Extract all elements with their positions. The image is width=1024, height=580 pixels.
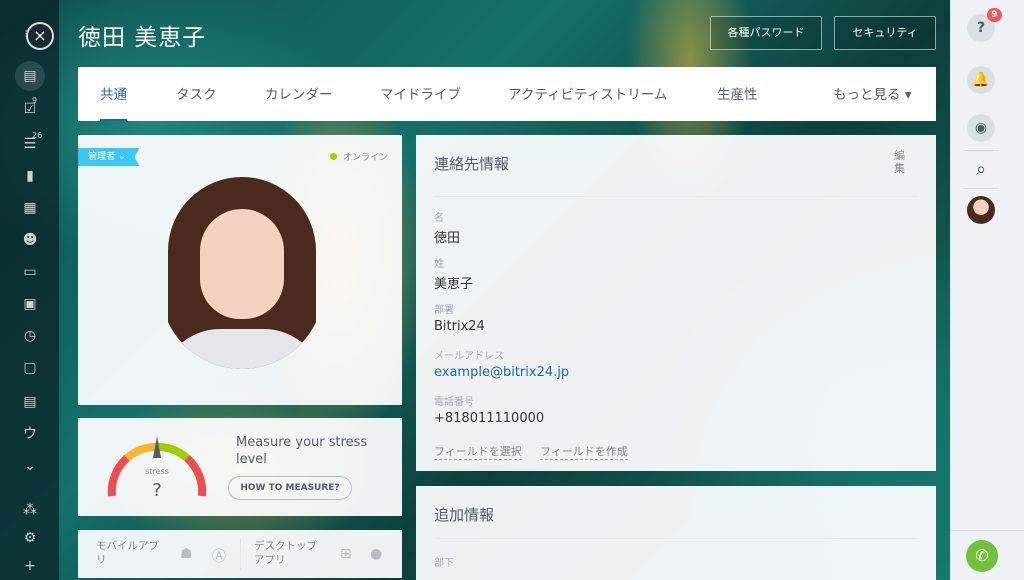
chat-icon[interactable]: ▮ <box>18 166 42 186</box>
edit-link[interactable]: 編集 <box>894 149 908 175</box>
clock-icon[interactable]: ◷ <box>18 326 42 346</box>
select-field-link[interactable]: フィールドを選択 <box>434 443 522 460</box>
tab-activity-stream[interactable]: アクティビティストリーム <box>508 67 667 121</box>
filter-badge: 26 <box>32 131 43 140</box>
role-tag[interactable]: 管理者 ⌄ <box>78 148 140 166</box>
window-icon[interactable]: ▢ <box>18 358 42 378</box>
profile-card: 管理者 ⌄ オンライン <box>78 135 402 405</box>
gear-icon[interactable]: ⚙ <box>18 528 42 548</box>
apple-icon[interactable]: ● <box>370 546 382 562</box>
help-badge: 9 <box>987 8 1002 22</box>
stress-title: Measure your stress level <box>236 435 368 467</box>
contact-title: 連絡先情報 <box>434 155 510 173</box>
notifications-bell-icon[interactable]: 🔔 <box>967 66 995 94</box>
tasks-icon[interactable]: ☑ 9 <box>18 96 42 119</box>
stress-label: stress <box>145 467 169 476</box>
first-name-value: 徳田 <box>434 231 461 246</box>
apps-grid-icon[interactable]: ▦ <box>18 198 42 218</box>
first-name-label: 名 <box>434 213 444 224</box>
extra-info-card: 追加情報 部下 <box>416 486 936 580</box>
search-icon[interactable]: ⌕ <box>967 156 995 184</box>
passwords-button[interactable]: 各種パスワード <box>710 16 822 50</box>
phone-label: 電話番号 <box>434 397 474 408</box>
apps-card: モバイルアプリ ☗ Ⓐ デスクトップアプリ ⊞ ● <box>78 530 402 578</box>
tab-calendar[interactable]: カレンダー <box>265 67 333 121</box>
contact-card: 連絡先情報 編集 名 徳田 姓 美恵子 部署 Bitrix24 メールアドレス … <box>416 135 936 471</box>
security-button[interactable]: セキュリティ <box>834 16 936 50</box>
tab-my-drive[interactable]: マイドライブ <box>380 67 461 121</box>
online-status: オンライン <box>329 150 388 163</box>
stress-gauge: stress ? <box>107 436 207 501</box>
left-sidebar: ≡ ▤ ☑9 ☰26 ▮ ▦ ☻ ▭ ▣ ◷ ▢ ▤ ウ ⌄ ⁂ ⚙ + <box>0 0 59 580</box>
help-icon[interactable]: ? 9 <box>967 8 1002 42</box>
avatar[interactable] <box>967 196 995 224</box>
tab-productivity[interactable]: 生産性 <box>717 67 758 121</box>
last-name-value: 美恵子 <box>434 277 474 292</box>
contact-card-icon[interactable]: ▤ <box>18 392 42 412</box>
profile-photo[interactable] <box>160 169 324 369</box>
desktop-app-label: デスクトップアプリ <box>254 540 317 566</box>
profile-tabs: 共通 タスク カレンダー マイドライブ アクティビティストリーム 生産性 もっと… <box>78 67 936 121</box>
subordinates-label: 部下 <box>434 558 454 569</box>
last-name-label: 姓 <box>434 259 444 270</box>
group-icon[interactable]: ☻ <box>18 230 42 250</box>
feed-icon[interactable]: ▤ <box>15 61 45 91</box>
tab-tasks[interactable]: タスク <box>176 67 217 121</box>
phone-value: +818011110000 <box>434 411 545 426</box>
tab-common[interactable]: 共通 <box>100 67 127 121</box>
tasks-badge: 9 <box>32 96 38 105</box>
extra-info-title: 追加情報 <box>434 506 495 524</box>
email-link[interactable]: example@bitrix24.jp <box>434 365 569 380</box>
network-icon[interactable]: ⁂ <box>18 500 42 520</box>
right-sidebar: ? 9 🔔 ◉ ⌕ ✆ <box>950 0 1024 580</box>
create-field-link[interactable]: フィールドを作成 <box>540 443 628 460</box>
chat-icon[interactable]: ◉ <box>967 114 995 142</box>
filter-icon[interactable]: ☰ 26 <box>18 131 42 154</box>
department-label: 部署 <box>434 305 454 316</box>
calendar-icon[interactable]: ▣ <box>18 294 42 314</box>
tab-more[interactable]: もっと見る ▾ <box>833 67 912 121</box>
sidebar-text-item[interactable]: ウ <box>18 424 42 444</box>
department-value: Bitrix24 <box>434 319 485 334</box>
close-icon[interactable]: × <box>26 22 54 50</box>
page-title: 徳田 美恵子 <box>78 25 207 51</box>
call-icon[interactable]: ✆ <box>966 540 998 572</box>
stress-card: stress ? Measure your stress level HOW T… <box>78 418 402 516</box>
online-dot-icon <box>329 153 337 160</box>
windows-icon[interactable]: ⊞ <box>340 546 352 562</box>
drive-icon[interactable]: ▭ <box>18 262 42 282</box>
stress-value: ? <box>152 480 162 501</box>
mobile-app-label: モバイルアプリ <box>96 540 159 566</box>
email-label: メールアドレス <box>434 351 504 362</box>
android-icon[interactable]: ☗ <box>180 546 193 562</box>
expand-down-icon[interactable]: ⌄ <box>18 456 42 476</box>
how-to-measure-button[interactable]: HOW TO MEASURE? <box>228 476 352 500</box>
plus-icon[interactable]: + <box>18 556 42 576</box>
app-store-icon[interactable]: Ⓐ <box>212 546 226 566</box>
